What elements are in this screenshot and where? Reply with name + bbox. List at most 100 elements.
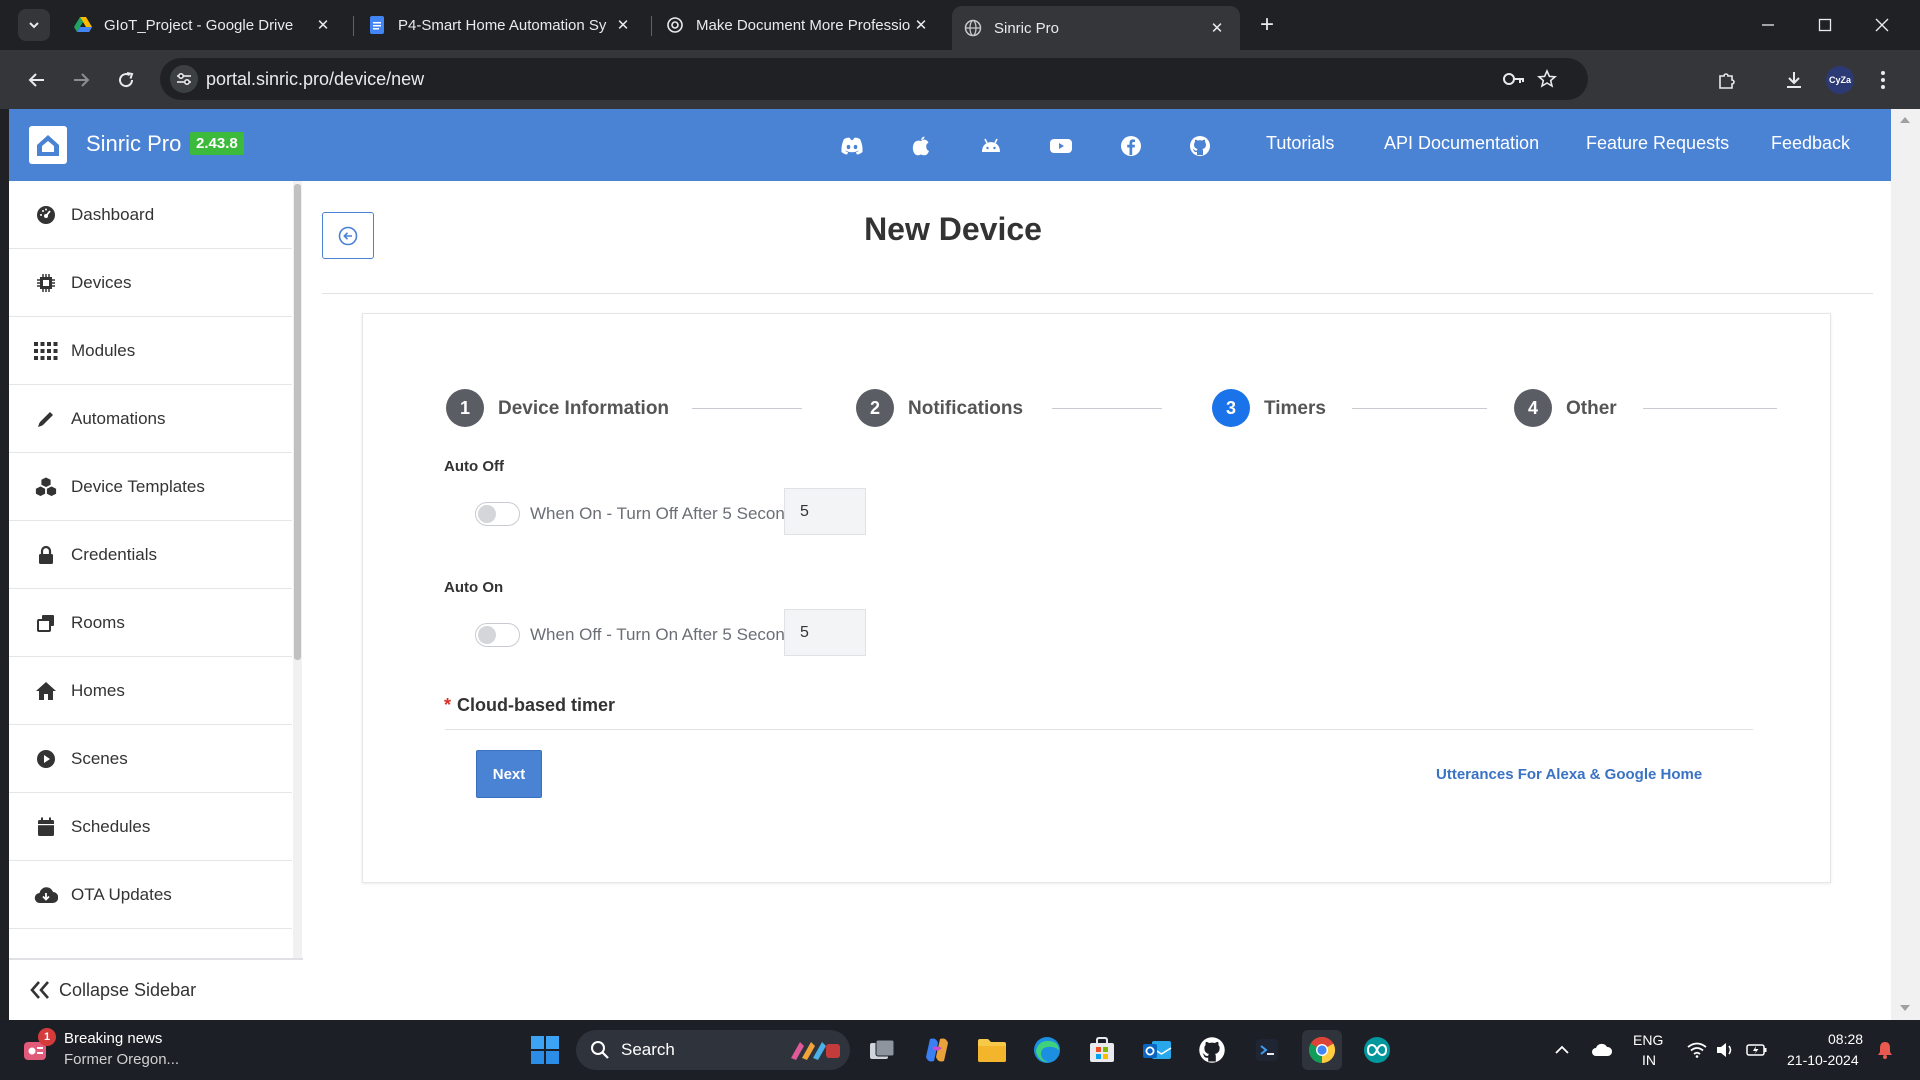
step-1-label[interactable]: Device Information (498, 398, 669, 420)
password-key-icon[interactable] (1502, 67, 1526, 91)
github-icon[interactable] (1187, 133, 1213, 159)
minimize-icon[interactable] (1746, 8, 1790, 42)
step-2-circle[interactable]: 2 (856, 389, 894, 427)
sidebar-item-ota-updates[interactable]: OTA Updates (9, 861, 292, 929)
chevron-up-icon[interactable] (1550, 1038, 1574, 1062)
forward-arrow-icon[interactable] (65, 64, 97, 96)
auto-on-seconds-input[interactable] (784, 609, 866, 656)
download-icon[interactable] (1778, 64, 1810, 96)
close-tab-icon[interactable]: ✕ (612, 14, 634, 36)
address-bar[interactable]: portal.sinric.pro/device/new (160, 58, 1588, 100)
sidebar-item-homes[interactable]: Homes (9, 657, 292, 725)
sidebar-item-rooms[interactable]: Rooms (9, 589, 292, 657)
close-tab-icon[interactable]: ✕ (312, 14, 334, 36)
nav-feedback-link[interactable]: Feedback (1771, 133, 1850, 154)
battery-icon[interactable] (1745, 1038, 1769, 1062)
clock-date[interactable]: 21-10-2024 (1787, 1052, 1859, 1068)
news-notification-badge: 1 (38, 1028, 56, 1046)
wifi-icon[interactable] (1685, 1038, 1709, 1062)
volume-icon[interactable] (1713, 1038, 1737, 1062)
apple-icon[interactable] (908, 133, 934, 159)
notification-bell-icon[interactable] (1873, 1038, 1897, 1062)
windows-start-icon[interactable] (525, 1030, 565, 1070)
tab-google-docs[interactable]: P4-Smart Home Automation Sy ✕ (356, 6, 646, 44)
discord-icon[interactable] (839, 133, 865, 159)
sidebar-item-modules[interactable]: Modules (9, 317, 292, 385)
page-scrollbar[interactable] (1891, 109, 1920, 1020)
windows-taskbar: 1 Breaking news Former Oregon... Search (0, 1020, 1920, 1080)
auto-off-seconds-input[interactable] (784, 488, 866, 535)
youtube-icon[interactable] (1048, 133, 1074, 159)
site-settings-icon[interactable] (170, 65, 198, 93)
nav-api-docs-link[interactable]: API Documentation (1384, 133, 1539, 154)
step-2-label[interactable]: Notifications (908, 398, 1023, 420)
step-4-label[interactable]: Other (1566, 398, 1617, 420)
outlook-icon[interactable] (1137, 1030, 1177, 1070)
edge-icon[interactable] (1027, 1030, 1067, 1070)
sidebar-item-label: Schedules (71, 816, 151, 836)
file-explorer-icon[interactable] (972, 1030, 1012, 1070)
close-window-icon[interactable] (1860, 8, 1904, 42)
tab-separator (651, 16, 652, 36)
step-3-label[interactable]: Timers (1264, 398, 1326, 420)
taskbar-search-box[interactable]: Search (576, 1030, 850, 1070)
sidebar-item-dashboard[interactable]: Dashboard (9, 181, 292, 249)
maximize-icon[interactable] (1803, 8, 1847, 42)
github-desktop-icon[interactable] (1192, 1030, 1232, 1070)
step-3-circle[interactable]: 3 (1212, 389, 1250, 427)
cubes-icon (33, 476, 59, 498)
step-1-circle[interactable]: 1 (446, 389, 484, 427)
onedrive-cloud-icon[interactable] (1590, 1038, 1614, 1062)
sidebar-item-devices[interactable]: Devices (9, 249, 292, 317)
auto-on-toggle[interactable] (475, 623, 520, 647)
extensions-puzzle-icon[interactable] (1711, 64, 1743, 96)
android-icon[interactable] (978, 133, 1004, 159)
sidebar-item-automations[interactable]: Automations (9, 385, 292, 453)
news-title[interactable]: Breaking news (64, 1030, 162, 1047)
back-arrow-icon[interactable] (21, 64, 53, 96)
sidebar-item-credentials[interactable]: Credentials (9, 521, 292, 589)
step-4-circle[interactable]: 4 (1514, 389, 1552, 427)
tab-search-button[interactable] (18, 9, 50, 41)
arduino-icon[interactable] (1357, 1030, 1397, 1070)
utterances-link[interactable]: Utterances For Alexa & Google Home (1436, 766, 1702, 783)
close-tab-icon[interactable]: ✕ (1206, 17, 1228, 39)
nav-tutorials-link[interactable]: Tutorials (1266, 133, 1334, 154)
collapse-sidebar-label: Collapse Sidebar (59, 979, 197, 1000)
brand-name[interactable]: Sinric Pro (86, 131, 181, 157)
auto-off-toggle[interactable] (475, 502, 520, 526)
reload-icon[interactable] (110, 64, 142, 96)
sidebar-item-device-templates[interactable]: Device Templates (9, 453, 292, 521)
sinric-logo-icon[interactable] (29, 126, 67, 164)
sidebar-scrollbar-thumb[interactable] (294, 184, 301, 660)
region-indicator[interactable]: IN (1642, 1052, 1656, 1068)
terminal-app-icon[interactable] (1247, 1030, 1287, 1070)
collapse-sidebar-button[interactable]: Collapse Sidebar (9, 958, 303, 1020)
globe-icon (964, 19, 982, 37)
bookmark-star-icon[interactable] (1535, 67, 1559, 91)
tab-chatgpt[interactable]: Make Document More Professio ✕ (654, 6, 944, 44)
task-view-icon[interactable] (862, 1030, 902, 1070)
next-button[interactable]: Next (476, 750, 542, 798)
profile-avatar[interactable]: CyZa (1826, 66, 1854, 94)
sidebar-item-schedules[interactable]: Schedules (9, 793, 292, 861)
new-tab-button[interactable]: + (1254, 11, 1280, 38)
language-indicator[interactable]: ENG (1633, 1032, 1663, 1048)
news-subtitle[interactable]: Former Oregon... (64, 1051, 179, 1068)
close-tab-icon[interactable]: ✕ (910, 14, 932, 36)
more-menu-icon[interactable] (1867, 64, 1899, 96)
nav-feature-requests-link[interactable]: Feature Requests (1586, 133, 1729, 154)
tab-google-drive[interactable]: GIoT_Project - Google Drive ✕ (62, 6, 346, 44)
sidebar-item-scenes[interactable]: Scenes (9, 725, 292, 793)
tab-sinric-pro[interactable]: Sinric Pro ✕ (952, 6, 1240, 50)
scroll-down-arrow-icon[interactable] (1900, 1005, 1910, 1011)
facebook-icon[interactable] (1118, 133, 1144, 159)
copilot-icon[interactable] (917, 1030, 957, 1070)
scroll-up-arrow-icon[interactable] (1900, 117, 1910, 123)
chevron-down-icon (29, 22, 39, 29)
google-drive-icon (74, 16, 92, 34)
microsoft-store-icon[interactable] (1082, 1030, 1122, 1070)
chip-icon (33, 272, 59, 294)
clock-time[interactable]: 08:28 (1828, 1031, 1863, 1047)
chrome-icon[interactable] (1302, 1030, 1342, 1070)
